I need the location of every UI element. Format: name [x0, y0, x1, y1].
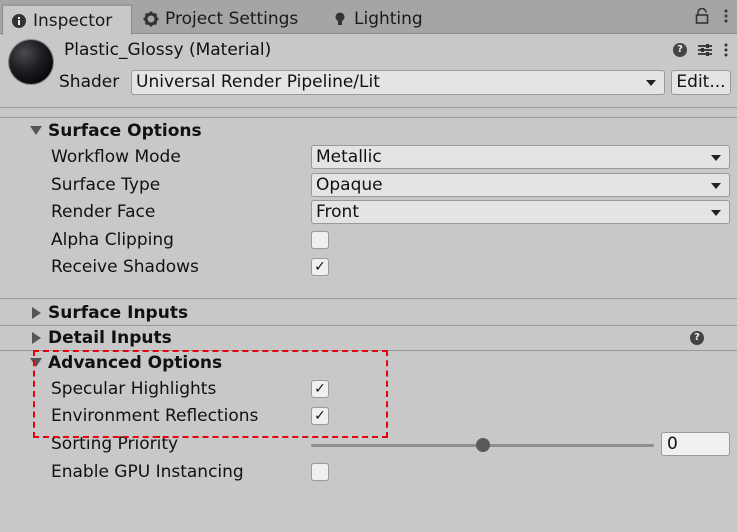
alpha-clipping-label: Alpha Clipping — [51, 230, 174, 250]
slider-thumb[interactable] — [475, 438, 490, 452]
specular-highlights-row: Specular Highlights ✓ — [0, 376, 737, 403]
tab-bar: Inspector Project Settings Lighting — [0, 0, 737, 35]
edit-shader-button[interactable]: Edit... — [671, 70, 731, 95]
tab-lighting[interactable]: Lighting — [324, 4, 431, 34]
preset-icon[interactable] — [697, 43, 713, 57]
divider — [0, 117, 737, 118]
surface-type-row: Surface Type Opaque — [0, 172, 737, 199]
section-detail-inputs[interactable]: Detail Inputs ? — [0, 326, 737, 350]
alpha-clipping-checkbox[interactable] — [311, 231, 329, 249]
tab-inspector[interactable]: Inspector — [2, 4, 132, 35]
specular-highlights-checkbox[interactable]: ✓ — [311, 380, 329, 398]
section-title: Surface Inputs — [48, 303, 189, 323]
shader-value: Universal Render Pipeline/Lit — [136, 72, 380, 92]
chevron-down-icon — [711, 183, 721, 189]
tab-project-settings[interactable]: Project Settings — [135, 4, 306, 34]
tab-label: Lighting — [354, 9, 423, 29]
alpha-clipping-row: Alpha Clipping — [0, 227, 737, 254]
lightbulb-icon — [335, 12, 345, 25]
material-header: Plastic_Glossy (Material) ? Shader Unive… — [0, 34, 737, 106]
workflow-mode-dropdown[interactable]: Metallic — [311, 145, 730, 169]
lock-icon[interactable] — [695, 8, 709, 24]
kebab-menu-icon[interactable] — [723, 8, 729, 24]
render-face-label: Render Face — [51, 202, 156, 222]
sorting-priority-label: Sorting Priority — [51, 434, 179, 454]
render-face-row: Render Face Front — [0, 199, 737, 226]
render-face-dropdown[interactable]: Front — [311, 200, 730, 224]
surface-type-label: Surface Type — [51, 175, 161, 195]
material-preview — [9, 40, 53, 84]
gpu-instancing-row: Enable GPU Instancing — [0, 459, 737, 486]
foldout-closed-icon — [32, 307, 41, 319]
chevron-down-icon — [646, 80, 656, 86]
environment-reflections-label: Environment Reflections — [51, 406, 259, 426]
shader-label: Shader — [59, 72, 120, 92]
gpu-instancing-label: Enable GPU Instancing — [51, 462, 244, 482]
chevron-down-icon — [711, 155, 721, 161]
workflow-mode-row: Workflow Mode Metallic — [0, 144, 737, 171]
receive-shadows-label: Receive Shadows — [51, 257, 199, 277]
environment-reflections-row: Environment Reflections ✓ — [0, 403, 737, 430]
foldout-open-icon — [30, 126, 42, 135]
foldout-closed-icon — [32, 332, 41, 344]
workflow-mode-value: Metallic — [316, 147, 382, 167]
section-title: Detail Inputs — [48, 328, 172, 348]
material-title: Plastic_Glossy (Material) — [64, 40, 272, 60]
help-icon[interactable]: ? — [673, 43, 687, 57]
section-surface-options[interactable]: Surface Options — [0, 119, 737, 143]
tab-label: Project Settings — [165, 9, 299, 29]
gear-icon — [143, 11, 159, 27]
sorting-priority-input[interactable]: 0 — [661, 432, 730, 456]
section-advanced-options[interactable]: Advanced Options — [0, 351, 737, 375]
help-icon[interactable]: ? — [690, 331, 704, 345]
divider — [0, 298, 737, 299]
info-icon — [12, 13, 26, 28]
tab-label: Inspector — [33, 10, 113, 31]
sorting-priority-row: Sorting Priority 0 — [0, 431, 737, 458]
render-face-value: Front — [316, 202, 359, 222]
gpu-instancing-checkbox[interactable] — [311, 463, 329, 481]
chevron-down-icon — [711, 210, 721, 216]
receive-shadows-checkbox[interactable]: ✓ — [311, 258, 329, 276]
shader-dropdown[interactable]: Universal Render Pipeline/Lit — [131, 70, 665, 95]
environment-reflections-checkbox[interactable]: ✓ — [311, 407, 329, 425]
kebab-menu-icon[interactable] — [723, 42, 729, 58]
divider — [0, 107, 737, 108]
receive-shadows-row: Receive Shadows ✓ — [0, 254, 737, 281]
section-surface-inputs[interactable]: Surface Inputs — [0, 301, 737, 325]
section-title: Advanced Options — [48, 353, 223, 373]
section-title: Surface Options — [48, 121, 202, 141]
foldout-open-icon — [30, 358, 42, 367]
surface-type-dropdown[interactable]: Opaque — [311, 173, 730, 197]
specular-highlights-label: Specular Highlights — [51, 379, 217, 399]
surface-type-value: Opaque — [316, 175, 383, 195]
workflow-mode-label: Workflow Mode — [51, 147, 181, 167]
